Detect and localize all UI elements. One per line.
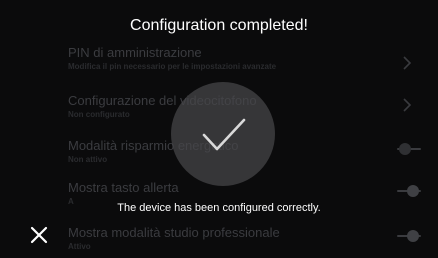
settings-item-admin-pin[interactable]: PIN di amministrazione Modifica il pin n… (0, 45, 438, 87)
settings-item-title: Mostra tasto allerta (68, 180, 179, 195)
close-icon (30, 226, 48, 244)
settings-item-subtitle: Attivo (68, 242, 91, 251)
toggle-knob (407, 185, 419, 197)
settings-item-title: PIN di amministrazione (68, 45, 202, 60)
toggle-knob (407, 230, 419, 242)
settings-item-title: Mostra modalità studio professionale (68, 225, 280, 240)
settings-item-alert-button: Mostra tasto allerta A (0, 180, 438, 222)
studio-mode-toggle[interactable] (397, 230, 421, 242)
configuration-complete-screen: PIN di amministrazione Modifica il pin n… (0, 0, 438, 258)
toggle-knob (399, 143, 411, 155)
checkmark-icon (171, 82, 275, 186)
settings-item-studio-mode: Mostra modalità studio professionale Att… (0, 225, 438, 258)
settings-item-subtitle: Non attivo (68, 155, 108, 164)
alert-button-toggle[interactable] (397, 185, 421, 197)
settings-item-subtitle: Modifica il pin necessario per le impost… (68, 62, 277, 71)
chevron-right-icon (402, 97, 412, 113)
chevron-right-icon (402, 55, 412, 71)
settings-item-subtitle: Non configurato (68, 110, 130, 119)
overlay-title: Configuration completed! (130, 17, 308, 34)
close-button[interactable] (26, 222, 52, 248)
energy-saving-toggle[interactable] (397, 143, 421, 155)
overlay-message: The device has been configured correctly… (117, 202, 321, 214)
